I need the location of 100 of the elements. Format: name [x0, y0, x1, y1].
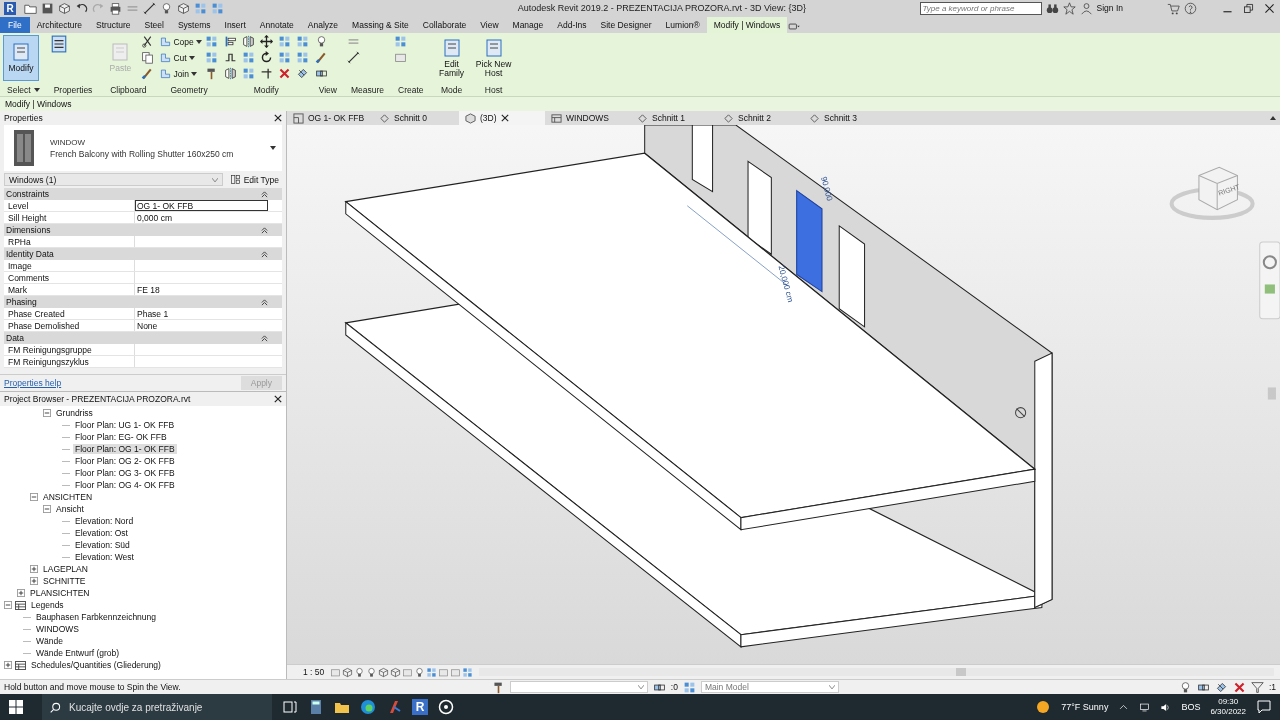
move-icon[interactable] [259, 35, 273, 48]
group-header[interactable]: Constraints [6, 189, 49, 199]
close-icon[interactable] [500, 114, 509, 122]
rotate-icon[interactable] [259, 51, 273, 64]
dimension-label[interactable]: 20,000 cm [776, 264, 795, 304]
selection-icon[interactable] [1214, 680, 1228, 694]
dropdown-icon[interactable] [787, 20, 802, 33]
user-icon[interactable] [1079, 1, 1093, 15]
collapse-icon[interactable] [30, 493, 38, 501]
start-icon[interactable] [8, 699, 24, 715]
group-header[interactable]: Dimensions [6, 225, 51, 235]
ribbon-tab[interactable]: Manage [505, 17, 551, 33]
view-control-icon[interactable] [378, 666, 390, 678]
ruler-icon[interactable] [347, 51, 360, 64]
browser-item[interactable]: Ansicht [54, 504, 86, 514]
expand-icon[interactable] [30, 565, 38, 573]
horizontal-scroll-bar[interactable] [479, 668, 1274, 676]
network-icon[interactable] [1139, 701, 1151, 713]
browser-item[interactable]: Floor Plan: OG 2- OK FFB [73, 456, 177, 466]
navigation-bar-drawing[interactable] [1259, 241, 1280, 320]
tool-icon[interactable] [259, 67, 273, 80]
weather-label[interactable]: 77°F Sunny [1061, 702, 1109, 712]
app-logo[interactable]: R [412, 699, 428, 715]
collapse-icon[interactable] [261, 250, 268, 258]
tool-icon[interactable] [295, 67, 309, 80]
type-selector[interactable]: WINDOW French Balcony with Rolling Shutter 160x250 cm [4, 125, 282, 171]
browser-item[interactable]: Floor Plan: UG 1- OK FFB [73, 420, 177, 430]
toolbar-icon[interactable] [58, 1, 71, 15]
view-control-icon[interactable] [354, 666, 366, 678]
ribbon-tab[interactable]: Insert [217, 17, 253, 33]
expand-icon[interactable] [17, 589, 25, 597]
building-model-drawing[interactable] [344, 125, 1053, 648]
ribbon-tab[interactable]: View [473, 17, 506, 33]
caret-icon[interactable] [33, 88, 40, 92]
document-tab[interactable]: Schnitt 0 [373, 111, 459, 125]
help-link[interactable]: Properties help [4, 378, 62, 388]
tool-icon[interactable] [223, 51, 237, 64]
selection-icon[interactable] [1232, 680, 1246, 694]
tool-icon[interactable] [314, 67, 328, 80]
ribbon-tab[interactable]: Collaborate [415, 17, 474, 33]
tool-icon[interactable] [49, 35, 68, 53]
star-icon[interactable] [1062, 1, 1076, 15]
notification-icon[interactable] [1256, 699, 1272, 715]
toolbar-icon[interactable] [160, 1, 173, 15]
filter-icon[interactable] [1250, 680, 1264, 694]
document-tab[interactable]: (3D) [459, 111, 545, 125]
browser-item[interactable]: Wände Entwurf (grob) [34, 648, 122, 658]
collapse-icon[interactable] [261, 298, 268, 306]
help-icon[interactable] [1184, 1, 1197, 15]
tool-icon[interactable] [223, 35, 237, 48]
taskbar-search-field[interactable]: Kucajte ovdje za pretraživanje [42, 694, 272, 720]
tab-menu-icon[interactable] [1270, 116, 1276, 120]
browser-item[interactable]: SCHNITTE [41, 576, 88, 586]
calculator-icon[interactable] [308, 699, 324, 715]
tool-button[interactable]: Pick New Host [475, 35, 512, 81]
tool-icon[interactable] [241, 35, 255, 48]
binoculars-icon[interactable] [1045, 1, 1059, 15]
expand-icon[interactable] [30, 577, 38, 585]
tool-button[interactable]: Cope [160, 35, 202, 48]
cart-icon[interactable] [1167, 1, 1180, 15]
browser-item[interactable]: Elevation: Nord [73, 516, 136, 526]
property-value[interactable]: FE 18 [135, 284, 282, 295]
property-value[interactable]: 0,000 cm [135, 212, 282, 223]
view-control-icon[interactable] [462, 666, 474, 678]
toolbar-icon[interactable] [109, 1, 122, 15]
ribbon-tab[interactable]: Lumion® [658, 17, 707, 33]
collapse-icon[interactable] [4, 601, 12, 609]
browser-item[interactable]: LAGEPLAN [41, 564, 90, 574]
language-label[interactable]: BOS [1181, 702, 1201, 712]
ribbon-tab[interactable]: Annotate [252, 17, 301, 33]
close-icon[interactable] [274, 114, 282, 122]
browser-item[interactable]: Grundriss [54, 408, 95, 418]
document-tab[interactable]: Schnitt 2 [717, 111, 803, 125]
collapse-icon[interactable] [43, 409, 51, 417]
property-value[interactable]: Phase 1 [135, 308, 282, 319]
property-value[interactable]: OG 1- OK FFB [135, 200, 268, 211]
design-options-icon[interactable] [682, 680, 696, 694]
ribbon-tab[interactable]: Massing & Site [345, 17, 416, 33]
close-icon[interactable] [1263, 1, 1276, 15]
tool-button[interactable]: Cut [160, 51, 202, 64]
browser-item[interactable]: Schedules/Quantities (Gliederung) [29, 660, 163, 670]
document-tab[interactable]: Schnitt 1 [631, 111, 717, 125]
toolbar-icon[interactable] [41, 1, 54, 15]
browser-item[interactable]: Floor Plan: OG 3- OK FFB [73, 468, 177, 478]
restore-icon[interactable] [1242, 1, 1255, 15]
recorder-icon[interactable] [438, 699, 454, 715]
clock-date[interactable]: 6/30/2022 [1210, 707, 1246, 717]
edit-type-button[interactable]: Edit Type [226, 173, 282, 186]
group-header[interactable]: Phasing [6, 297, 37, 307]
document-tab[interactable]: WINDOWS [545, 111, 631, 125]
browser-item[interactable]: Floor Plan: OG 4- OK FFB [73, 480, 177, 490]
toolbar-icon[interactable] [143, 1, 156, 15]
caret-icon[interactable] [270, 146, 276, 150]
ribbon-tab[interactable]: Architecture [29, 17, 90, 33]
property-value[interactable]: None [135, 320, 282, 331]
sign-in-link[interactable]: Sign In [1096, 3, 1123, 13]
search-field[interactable]: Type a keyword or phrase [919, 1, 1042, 15]
collapse-icon[interactable] [43, 505, 51, 513]
view-control-icon[interactable] [366, 666, 378, 678]
collapse-icon[interactable] [261, 334, 268, 342]
